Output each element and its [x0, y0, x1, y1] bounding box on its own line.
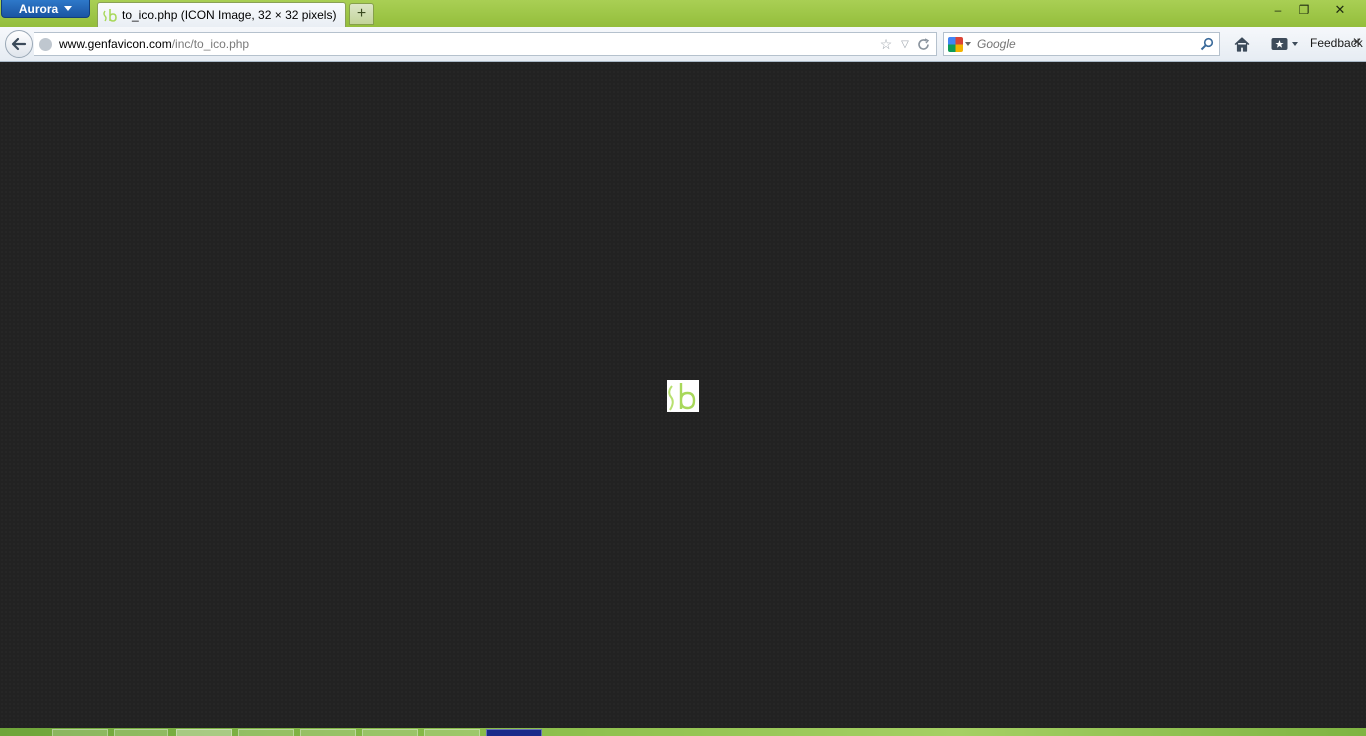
search-icon[interactable] — [1199, 36, 1215, 52]
back-arrow-icon — [11, 37, 27, 51]
back-button[interactable] — [5, 30, 33, 58]
home-icon — [1234, 36, 1250, 52]
bookmarks-star-icon — [1271, 38, 1287, 50]
globe-icon — [39, 38, 52, 51]
tab-title: to_ico.php (ICON Image, 32 × 32 pixels) — [122, 8, 337, 22]
search-input[interactable] — [977, 35, 1195, 53]
firefox-icon[interactable] — [176, 729, 232, 736]
url-text[interactable]: www.genfavicon.com/inc/to_ico.php — [59, 37, 249, 51]
google-icon — [948, 36, 963, 52]
sb-logo-icon — [668, 383, 696, 411]
ico-image[interactable] — [667, 380, 699, 412]
navigation-bar: www.genfavicon.com/inc/to_ico.php ☆ ▽ Go… — [0, 27, 1366, 62]
bookmarks-menu-button[interactable] — [1268, 33, 1300, 55]
close-window-button[interactable]: ✕ — [1318, 0, 1362, 20]
minimize-icon: – — [1274, 3, 1282, 17]
search-engine-selector[interactable] — [948, 36, 972, 52]
plus-icon: + — [356, 5, 367, 22]
chrome-icon[interactable] — [114, 729, 168, 736]
sb-logo-icon — [103, 7, 119, 23]
app-icon[interactable] — [486, 729, 542, 736]
opera-icon[interactable] — [238, 729, 294, 736]
close-feedback-icon[interactable]: ✕ — [1352, 35, 1362, 49]
close-icon: ✕ — [1334, 2, 1346, 17]
new-tab-button[interactable]: + — [349, 3, 374, 25]
chevron-down-icon — [64, 6, 73, 11]
reload-icon[interactable] — [915, 36, 931, 52]
search-bar — [943, 32, 1220, 56]
ie-icon[interactable] — [362, 729, 418, 736]
app-menu-button[interactable]: Aurora — [1, 0, 90, 18]
url-bar[interactable]: www.genfavicon.com/inc/to_ico.php ☆ ▽ — [34, 32, 937, 56]
taskbar — [0, 728, 1366, 736]
minimize-button[interactable]: – — [1265, 0, 1291, 20]
chevron-down-icon — [965, 42, 971, 46]
app-menu-label: Aurora — [18, 1, 59, 16]
file-explorer-icon[interactable] — [52, 729, 108, 736]
tab-active[interactable]: to_ico.php (ICON Image, 32 × 32 pixels) — [97, 2, 346, 27]
home-button[interactable] — [1231, 33, 1253, 55]
chevron-down-icon — [1291, 42, 1298, 46]
history-dropdown-icon[interactable]: ▽ — [898, 36, 912, 52]
bookmark-star-icon[interactable]: ☆ — [877, 36, 895, 52]
restore-icon: ❐ — [1298, 3, 1310, 17]
title-bar: Aurora to_ico.php (ICON Image, 32 × 32 p… — [0, 0, 1366, 28]
media-icon[interactable] — [424, 729, 480, 736]
restore-button[interactable]: ❐ — [1291, 0, 1317, 20]
notes-icon[interactable] — [300, 729, 356, 736]
image-viewer — [0, 62, 1366, 728]
